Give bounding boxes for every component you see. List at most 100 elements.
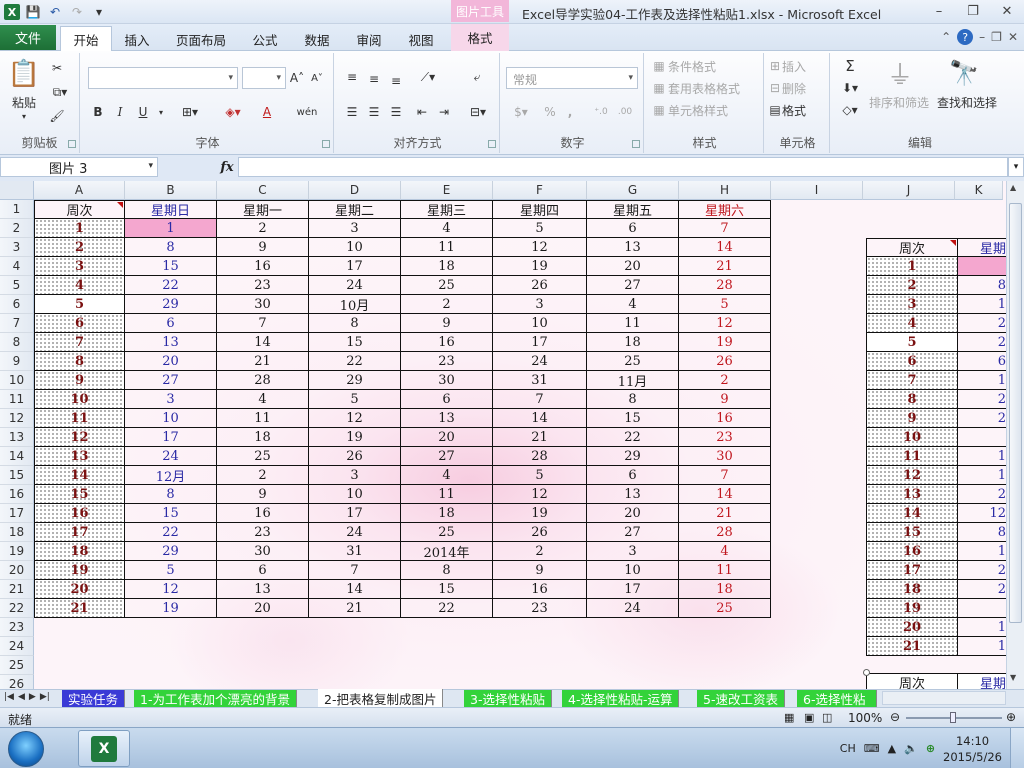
column-header[interactable]: J xyxy=(863,181,955,200)
picture-resize-handle[interactable] xyxy=(863,669,870,676)
week-number-cell[interactable]: 5 xyxy=(34,295,125,314)
date-cell[interactable]: 4 xyxy=(401,219,493,238)
sheet-tab-navigation[interactable]: |◀ ◀ ▶ ▶| xyxy=(4,692,50,702)
week-number-cell[interactable]: 4 xyxy=(34,276,125,295)
date-cell[interactable]: 22 xyxy=(125,523,217,542)
week-number-cell[interactable]: 3 xyxy=(34,257,125,276)
customize-qat-icon[interactable]: ▾ xyxy=(90,3,108,21)
row-header[interactable]: 4 xyxy=(0,257,34,276)
row-header[interactable]: 12 xyxy=(0,409,34,428)
paste-dropdown-icon[interactable]: ▾ xyxy=(18,111,30,121)
date-cell[interactable]: 1 xyxy=(125,219,217,238)
date-cell[interactable]: 5 xyxy=(493,466,587,485)
column-header[interactable]: B xyxy=(125,181,217,200)
tab-format[interactable]: 格式 xyxy=(451,24,509,51)
column-header[interactable]: I xyxy=(771,181,863,200)
date-cell[interactable]: 19 xyxy=(493,257,587,276)
date-cell[interactable]: 29 xyxy=(125,295,217,314)
sheet-tab-active[interactable]: 2-把表格复制成图片 xyxy=(318,689,444,707)
date-cell[interactable]: 24 xyxy=(125,447,217,466)
table-format-button[interactable]: 套用表格格式 xyxy=(668,79,762,97)
taskbar-clock[interactable]: 14:10 2015/5/26 xyxy=(943,733,1002,765)
tab-page-layout[interactable]: 页面布局 xyxy=(168,28,234,51)
undo-icon[interactable]: ↶ xyxy=(46,3,64,21)
date-cell[interactable]: 16 xyxy=(493,580,587,599)
alignment-launcher-icon[interactable] xyxy=(488,140,496,148)
date-cell[interactable]: 25 xyxy=(217,447,309,466)
date-cell[interactable]: 9 xyxy=(679,390,771,409)
row-header[interactable]: 9 xyxy=(0,352,34,371)
date-cell[interactable]: 30 xyxy=(217,542,309,561)
align-right-icon[interactable]: ☰ xyxy=(386,101,406,123)
date-cell[interactable]: 26 xyxy=(493,523,587,542)
row-header[interactable]: 1 xyxy=(0,200,34,219)
date-cell[interactable]: 2 xyxy=(679,371,771,390)
row-header[interactable]: 14 xyxy=(0,447,34,466)
tab-insert[interactable]: 插入 xyxy=(114,28,160,51)
tab-formulas[interactable]: 公式 xyxy=(242,28,288,51)
find-select-button[interactable]: 查找和选择 xyxy=(934,93,1000,111)
scroll-up-icon[interactable]: ▲ xyxy=(1010,183,1016,192)
date-cell[interactable]: 25 xyxy=(679,599,771,618)
font-color-button[interactable]: A xyxy=(254,101,280,123)
zoom-level[interactable]: 100% xyxy=(848,711,882,725)
date-cell[interactable]: 17 xyxy=(493,333,587,352)
sheet-tab[interactable]: 1-为工作表加个漂亮的背景 xyxy=(134,690,297,707)
ime-indicator[interactable]: CH xyxy=(840,742,856,755)
date-cell[interactable]: 7 xyxy=(309,561,401,580)
date-cell[interactable]: 20 xyxy=(125,352,217,371)
horizontal-scrollbar[interactable] xyxy=(882,691,1006,705)
date-cell[interactable]: 3 xyxy=(493,295,587,314)
align-center-icon[interactable]: ☰ xyxy=(364,101,384,123)
zoom-out-icon[interactable]: ⊖ xyxy=(890,710,900,724)
date-cell[interactable]: 10 xyxy=(309,485,401,504)
format-painter-icon[interactable]: 🖌 xyxy=(48,107,66,125)
tab-data[interactable]: 数据 xyxy=(294,28,340,51)
decrease-indent-icon[interactable]: ⇤ xyxy=(412,101,432,123)
date-cell[interactable]: 17 xyxy=(309,504,401,523)
percent-button[interactable]: % xyxy=(540,101,560,123)
row-header[interactable]: 10 xyxy=(0,371,34,390)
date-cell[interactable]: 13 xyxy=(125,333,217,352)
start-button-icon[interactable] xyxy=(8,731,44,767)
column-header[interactable]: F xyxy=(493,181,587,200)
row-header[interactable]: 15 xyxy=(0,466,34,485)
date-cell[interactable]: 10 xyxy=(125,409,217,428)
row-header[interactable]: 7 xyxy=(0,314,34,333)
tab-review[interactable]: 审阅 xyxy=(346,28,392,51)
align-bottom-icon[interactable]: ≡ xyxy=(386,71,406,91)
scroll-down-icon[interactable]: ▼ xyxy=(1010,673,1016,682)
next-sheet-icon[interactable]: ▶ xyxy=(29,692,36,702)
date-cell[interactable]: 24 xyxy=(493,352,587,371)
date-cell[interactable]: 15 xyxy=(125,257,217,276)
date-cell[interactable]: 30 xyxy=(217,295,309,314)
date-cell[interactable]: 8 xyxy=(309,314,401,333)
column-title-cell[interactable]: 星期日 xyxy=(125,200,217,219)
date-cell[interactable]: 8 xyxy=(125,485,217,504)
prev-sheet-icon[interactable]: ◀ xyxy=(18,692,25,702)
week-number-cell[interactable]: 13 xyxy=(34,447,125,466)
week-number-cell[interactable]: 7 xyxy=(34,333,125,352)
sheet-tab[interactable]: 6-选择性粘 xyxy=(797,690,877,707)
date-cell[interactable]: 15 xyxy=(401,580,493,599)
number-launcher-icon[interactable] xyxy=(632,140,640,148)
keyboard-icon[interactable]: ⌨ xyxy=(864,742,880,755)
row-header[interactable]: 8 xyxy=(0,333,34,352)
column-header[interactable]: C xyxy=(217,181,309,200)
date-cell[interactable]: 5 xyxy=(309,390,401,409)
date-cell[interactable]: 26 xyxy=(493,276,587,295)
week-number-cell[interactable]: 15 xyxy=(34,485,125,504)
delete-cells-icon[interactable]: ⊟ xyxy=(768,79,782,97)
date-cell[interactable]: 18 xyxy=(401,504,493,523)
taskbar-excel-button[interactable]: X xyxy=(78,730,130,767)
decrease-decimal-icon[interactable]: .00 xyxy=(614,101,636,123)
row-header[interactable]: 21 xyxy=(0,580,34,599)
column-header[interactable]: K xyxy=(955,181,1003,200)
shrink-font-button[interactable]: A˅ xyxy=(308,67,326,89)
date-cell[interactable]: 8 xyxy=(587,390,679,409)
borders-icon[interactable]: ⊞▾ xyxy=(174,101,206,123)
row-header[interactable]: 6 xyxy=(0,295,34,314)
date-cell[interactable]: 27 xyxy=(125,371,217,390)
date-cell[interactable]: 22 xyxy=(587,428,679,447)
date-cell[interactable]: 8 xyxy=(125,238,217,257)
